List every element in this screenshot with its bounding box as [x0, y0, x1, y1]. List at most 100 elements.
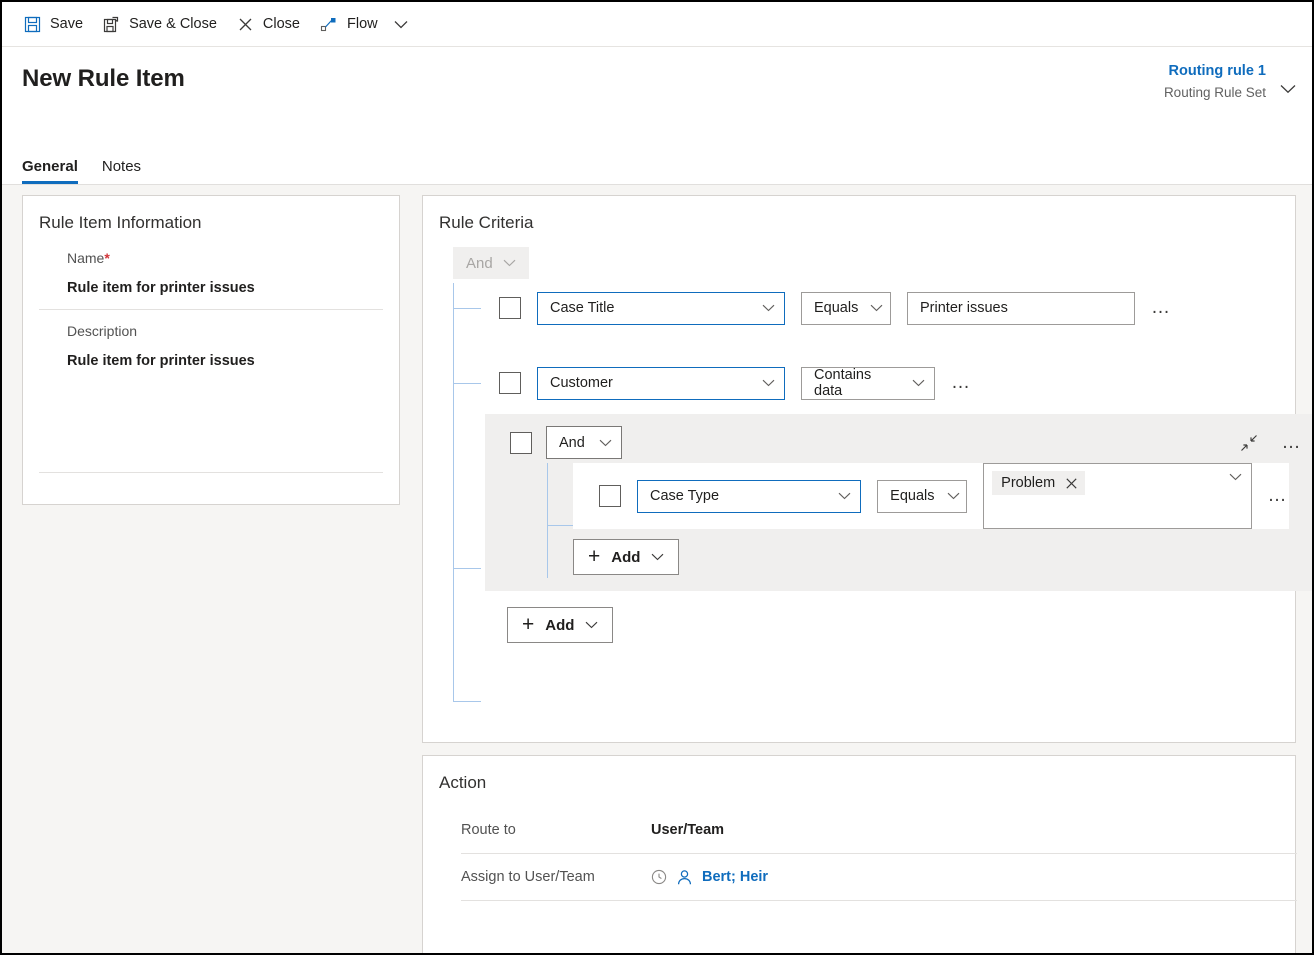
field-divider — [39, 472, 383, 473]
required-asterisk: * — [104, 250, 110, 266]
description-field-row: Description Rule item for printer issues — [39, 320, 383, 382]
record-entity-label: Routing Rule Set — [1163, 85, 1266, 100]
collapse-icon[interactable] — [1240, 434, 1258, 452]
save-button-label: Save — [50, 15, 84, 32]
value-chip-label: Problem — [1001, 475, 1056, 491]
condition-field-value: Case Type — [650, 488, 720, 504]
tree-branch-line — [453, 701, 481, 702]
save-and-close-button-label: Save & Close — [129, 15, 217, 32]
condition-more-menu[interactable]: … — [1268, 486, 1290, 505]
flow-button[interactable]: Flow — [310, 6, 388, 42]
group-add-button-label: Add — [611, 548, 641, 566]
close-button[interactable]: Close — [227, 6, 310, 42]
form-tab-list: General Notes — [22, 158, 141, 184]
condition-field-dropdown[interactable]: Case Title — [537, 291, 785, 325]
condition-field-value: Case Title — [550, 300, 615, 316]
condition-select-checkbox[interactable] — [499, 297, 521, 319]
value-chip: Problem — [992, 471, 1086, 495]
action-section: Action Route to User/Team Assign to User… — [422, 755, 1297, 953]
condition-row: Case Title Equals Printer issues … — [453, 283, 1295, 333]
condition-select-checkbox[interactable] — [499, 372, 521, 394]
rule-criteria-section: Rule Criteria And Case Title Equals Prin… — [422, 195, 1312, 743]
plus-icon: + — [588, 544, 601, 568]
condition-group-header: And … — [485, 426, 1312, 459]
group-operator-dropdown[interactable]: And — [546, 426, 622, 459]
tab-notes[interactable]: Notes — [102, 158, 141, 184]
condition-operator-dropdown[interactable]: Contains data — [801, 366, 935, 400]
condition-value-multiselect[interactable]: Problem — [983, 463, 1252, 529]
root-add-button-label: Add — [545, 616, 575, 634]
chevron-down-icon — [503, 259, 516, 267]
group-operator-value: And — [559, 434, 585, 451]
condition-value-input[interactable]: Printer issues — [907, 291, 1135, 325]
tab-general[interactable]: General — [22, 158, 78, 184]
group-add-button-wrap: + Add — [573, 539, 1312, 575]
root-add-button[interactable]: + Add — [507, 607, 614, 643]
close-button-label: Close — [262, 15, 300, 32]
condition-row: Customer Contains data … — [453, 358, 1295, 408]
save-and-close-icon — [103, 16, 120, 33]
plus-icon: + — [522, 612, 535, 636]
save-and-close-button[interactable]: Save & Close — [93, 6, 227, 42]
chevron-down-icon — [585, 621, 598, 629]
name-field-row: Name* Rule item for printer issues — [39, 247, 383, 309]
flow-icon — [320, 16, 338, 33]
condition-group: And … Case Type Equals Problem … + Add — [485, 414, 1312, 591]
group-select-checkbox[interactable] — [510, 431, 532, 454]
chevron-down-icon — [1229, 473, 1242, 481]
condition-operator-value: Contains data — [814, 367, 872, 399]
assign-to-label: Assign to User/Team — [461, 869, 595, 885]
condition-more-menu[interactable]: … — [1151, 298, 1173, 317]
tree-branch-line — [453, 568, 481, 569]
group-more-menu[interactable]: … — [1282, 433, 1304, 452]
chip-remove-icon[interactable] — [1066, 477, 1077, 489]
rule-item-information-heading: Rule Item Information — [39, 213, 202, 232]
condition-operator-dropdown[interactable]: Equals — [801, 291, 891, 325]
action-divider — [461, 900, 1297, 901]
tree-trunk-line — [453, 283, 454, 701]
tree-trunk-line — [547, 463, 548, 578]
chevron-down-icon — [947, 492, 960, 500]
root-add-button-wrap: + Add — [507, 607, 1295, 643]
command-bar-overflow-chevron[interactable] — [388, 6, 414, 42]
command-bar: Save Save & Close Close Flow — [2, 2, 1312, 47]
chevron-down-icon — [912, 379, 925, 387]
tree-branch-line — [547, 525, 573, 526]
record-context: Routing rule 1 Routing Rule Set — [1164, 61, 1266, 103]
route-to-label: Route to — [461, 822, 516, 838]
condition-field-dropdown[interactable]: Case Type — [637, 479, 862, 513]
chevron-down-icon — [394, 20, 408, 29]
condition-operator-value: Equals — [890, 488, 935, 504]
chevron-down-icon — [1280, 84, 1296, 94]
condition-operator-dropdown[interactable]: Equals — [877, 479, 968, 513]
description-field-value[interactable]: Rule item for printer issues — [67, 342, 383, 382]
rule-criteria-heading: Rule Criteria — [439, 213, 534, 232]
group-tree: Case Type Equals Problem … + Add — [547, 463, 1312, 578]
header-expand-button[interactable] — [1274, 75, 1302, 103]
condition-value-text: Printer issues — [920, 300, 1008, 316]
record-name-link[interactable]: Routing rule 1 — [1164, 61, 1266, 81]
form-header: New Rule Item Routing rule 1 Routing Rul… — [2, 47, 1312, 185]
name-field-label: Name* — [67, 247, 383, 269]
condition-field-dropdown[interactable]: Customer — [537, 366, 785, 400]
save-button[interactable]: Save — [14, 6, 93, 42]
chevron-down-icon — [838, 492, 851, 500]
rule-item-information-section: Rule Item Information Name* Rule item fo… — [22, 195, 400, 505]
condition-more-menu[interactable]: … — [951, 373, 973, 392]
assignee-value[interactable]: Bert; Heir — [651, 869, 768, 886]
root-operator-dropdown[interactable]: And — [453, 247, 529, 279]
route-to-value[interactable]: User/Team — [651, 822, 724, 838]
person-icon — [676, 869, 693, 886]
condition-field-value: Customer — [550, 375, 613, 391]
close-x-icon — [237, 16, 254, 33]
recent-records-icon[interactable] — [651, 869, 667, 885]
assignee-name-link[interactable]: Bert; Heir — [702, 869, 768, 885]
assign-to-row: Assign to User/Team Bert; Heir — [439, 854, 1295, 900]
condition-select-checkbox[interactable] — [599, 485, 621, 507]
group-add-button[interactable]: + Add — [573, 539, 680, 575]
condition-group-actions: … — [1240, 433, 1304, 452]
root-operator-label: And — [466, 254, 493, 272]
group-condition-container: Case Type Equals Problem … — [573, 463, 1289, 529]
chevron-down-icon — [599, 439, 612, 447]
name-field-value[interactable]: Rule item for printer issues — [67, 269, 383, 309]
